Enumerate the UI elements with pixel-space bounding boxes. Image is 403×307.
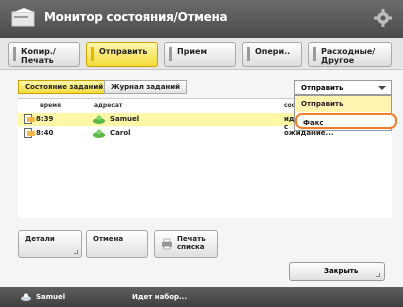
page-title: Монитор состояния/Отмена xyxy=(44,10,228,24)
tab-indicator xyxy=(169,47,172,61)
tab-label: Отправить xyxy=(99,47,148,56)
table-row[interactable]: 8:40 Carol ожидание... xyxy=(18,127,334,140)
status-message: Идет набор... xyxy=(132,293,187,301)
details-button[interactable]: Детали xyxy=(18,230,82,258)
table-row[interactable]: 8:39 Samuel идет с xyxy=(18,113,308,131)
column-header-recipient: адресат xyxy=(94,102,123,109)
tab-label: Прием xyxy=(177,47,207,56)
tab-bar: Копир./Печать Отправить Прием Опери.. Ра… xyxy=(0,38,403,70)
cancel-button[interactable]: Отмена xyxy=(86,230,148,258)
option-send[interactable]: Отправить xyxy=(295,96,391,112)
user-icon xyxy=(21,293,31,301)
tab-receive[interactable]: Прием xyxy=(164,42,236,67)
row-recipient: Samuel xyxy=(110,115,140,123)
tab-label: Опери.. xyxy=(255,47,291,56)
column-header-time: время xyxy=(40,102,61,109)
button-label: Закрыть xyxy=(324,267,359,275)
tab-indicator xyxy=(313,47,316,61)
tab-job-log[interactable]: Журнал заданий xyxy=(104,80,188,94)
row-time: 8:39 xyxy=(36,115,54,123)
button-label: Отмена xyxy=(93,235,124,243)
job-type-select[interactable]: Отправить xyxy=(294,80,392,95)
chevron-down-icon xyxy=(378,86,386,90)
title-bar: Монитор состояния/Отмена xyxy=(0,0,403,38)
printer-icon xyxy=(162,238,172,250)
monitor-app-icon xyxy=(11,8,35,27)
status-monitor-screen: Монитор состояния/Отмена Копир./Печать О… xyxy=(0,0,403,307)
option-fax[interactable]: Факс xyxy=(295,113,397,129)
document-icon xyxy=(24,128,35,138)
tab-copy-print[interactable]: Копир./Печать xyxy=(8,42,80,67)
user-icon xyxy=(93,115,105,124)
tab-consumables-other[interactable]: Расходные/Другое xyxy=(308,42,392,67)
tab-operations[interactable]: Опери.. xyxy=(242,42,302,67)
corner-mark xyxy=(74,250,78,254)
row-time: 8:40 xyxy=(36,129,54,137)
tab-send[interactable]: Отправить xyxy=(86,42,158,67)
tab-indicator xyxy=(247,47,250,61)
status-user: Samuel xyxy=(36,293,66,301)
print-list-button[interactable]: Печать списка xyxy=(154,230,218,258)
close-button[interactable]: Закрыть xyxy=(289,262,385,281)
button-label: Детали xyxy=(25,235,55,243)
row-recipient: Carol xyxy=(110,129,131,137)
user-icon xyxy=(93,129,105,138)
job-type-options: Отправить Факс xyxy=(294,95,397,131)
tab-indicator xyxy=(13,47,16,61)
button-label: Печать списка xyxy=(177,235,206,251)
tab-indicator xyxy=(91,47,94,61)
tab-label: Расходные/Другое xyxy=(321,47,376,65)
gear-icon[interactable] xyxy=(373,8,393,28)
status-bar: Samuel Идет набор... xyxy=(0,287,403,307)
document-icon xyxy=(24,114,35,124)
tab-label: Копир./Печать xyxy=(21,47,56,65)
corner-mark xyxy=(376,273,380,277)
select-value: Отправить xyxy=(301,84,344,92)
tab-job-status[interactable]: Состояние заданий xyxy=(18,80,111,94)
